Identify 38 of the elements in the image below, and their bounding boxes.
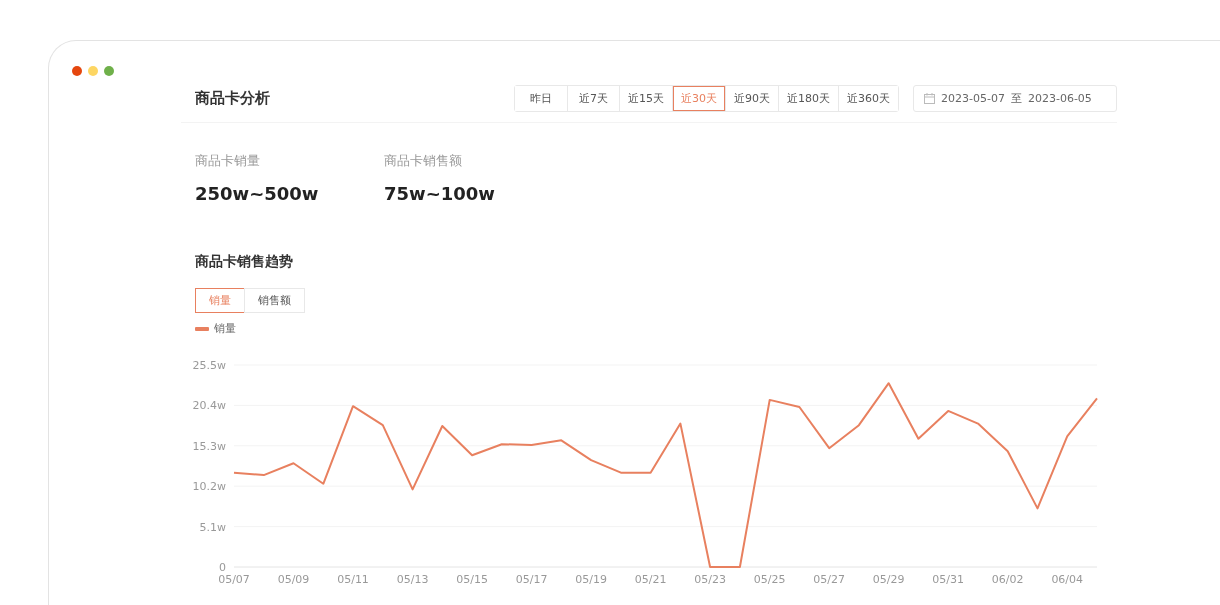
y-axis-label: 15.3w — [192, 439, 226, 453]
legend-swatch — [195, 326, 209, 331]
window-control[interactable] — [104, 66, 114, 76]
x-axis-label: 05/23 — [694, 573, 726, 586]
x-axis-label: 05/31 — [932, 573, 965, 586]
date-separator: 至 — [1010, 90, 1022, 106]
legend-label: 销量 — [214, 321, 236, 336]
x-axis-label: 05/11 — [337, 573, 369, 586]
x-axis-label: 05/21 — [634, 573, 667, 586]
range-tab[interactable]: 近360天 — [838, 85, 898, 111]
stat-label: 商品卡销售额 — [384, 153, 463, 170]
section-title: 商品卡销售趋势 — [194, 252, 294, 271]
y-axis-label: 20.4w — [192, 399, 226, 413]
end-date: 2023-06-05 — [1027, 91, 1092, 105]
stat-value: 75w~100w — [384, 182, 495, 206]
y-axis-label: 5.1w — [199, 520, 226, 534]
x-axis-label: 05/15 — [456, 573, 488, 586]
date-range-field[interactable]: 2023-05-07 至 2023-06-05 — [913, 84, 1117, 112]
x-axis-label: 05/13 — [396, 573, 429, 586]
x-axis-label: 05/27 — [813, 573, 845, 586]
x-axis-label: 05/19 — [575, 573, 607, 586]
y-axis-label: 0 — [219, 561, 226, 574]
start-date: 2023-05-07 — [941, 91, 1005, 105]
x-axis-label: 06/02 — [991, 573, 1024, 586]
x-axis-label: 05/25 — [753, 573, 786, 586]
calendar-icon — [924, 92, 935, 104]
x-axis-label: 05/09 — [277, 573, 310, 586]
x-axis-label: 05/29 — [872, 573, 905, 586]
y-axis-label: 10.2w — [192, 480, 226, 494]
y-axis-label: 25.5w — [192, 359, 226, 372]
page-title: 商品卡分析 — [195, 88, 271, 108]
stat-value: 250w~500w — [195, 182, 319, 206]
x-axis-label: 05/07 — [218, 573, 250, 586]
stat-label: 商品卡销量 — [195, 153, 261, 170]
metric-tab[interactable]: 销售额 — [244, 288, 305, 313]
x-axis-label: 05/17 — [515, 573, 548, 586]
x-axis-label: 06/04 — [1051, 573, 1084, 586]
window-control[interactable] — [72, 66, 82, 76]
